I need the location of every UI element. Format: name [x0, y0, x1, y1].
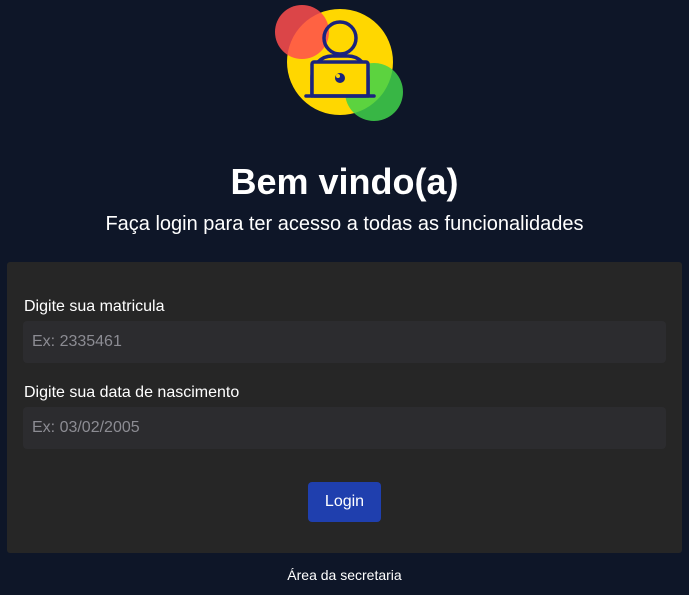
- nascimento-label: Digite sua data de nascimento: [24, 384, 240, 401]
- matricula-input[interactable]: [23, 321, 666, 363]
- page-title: Bem vindo(a): [230, 161, 459, 202]
- secretaria-link[interactable]: Área da secretaria: [0, 566, 689, 584]
- login-button[interactable]: Login: [308, 482, 381, 522]
- nascimento-input[interactable]: [23, 407, 666, 449]
- user-laptop-icon: [275, 5, 403, 121]
- matricula-label: Digite sua matricula: [24, 298, 165, 315]
- login-page: Bem vindo(a) Faça login para ter acesso …: [0, 0, 689, 595]
- login-card: Digite sua matricula Digite sua data de …: [7, 262, 682, 553]
- page-subtitle: Faça login para ter acesso a todas as fu…: [105, 213, 584, 235]
